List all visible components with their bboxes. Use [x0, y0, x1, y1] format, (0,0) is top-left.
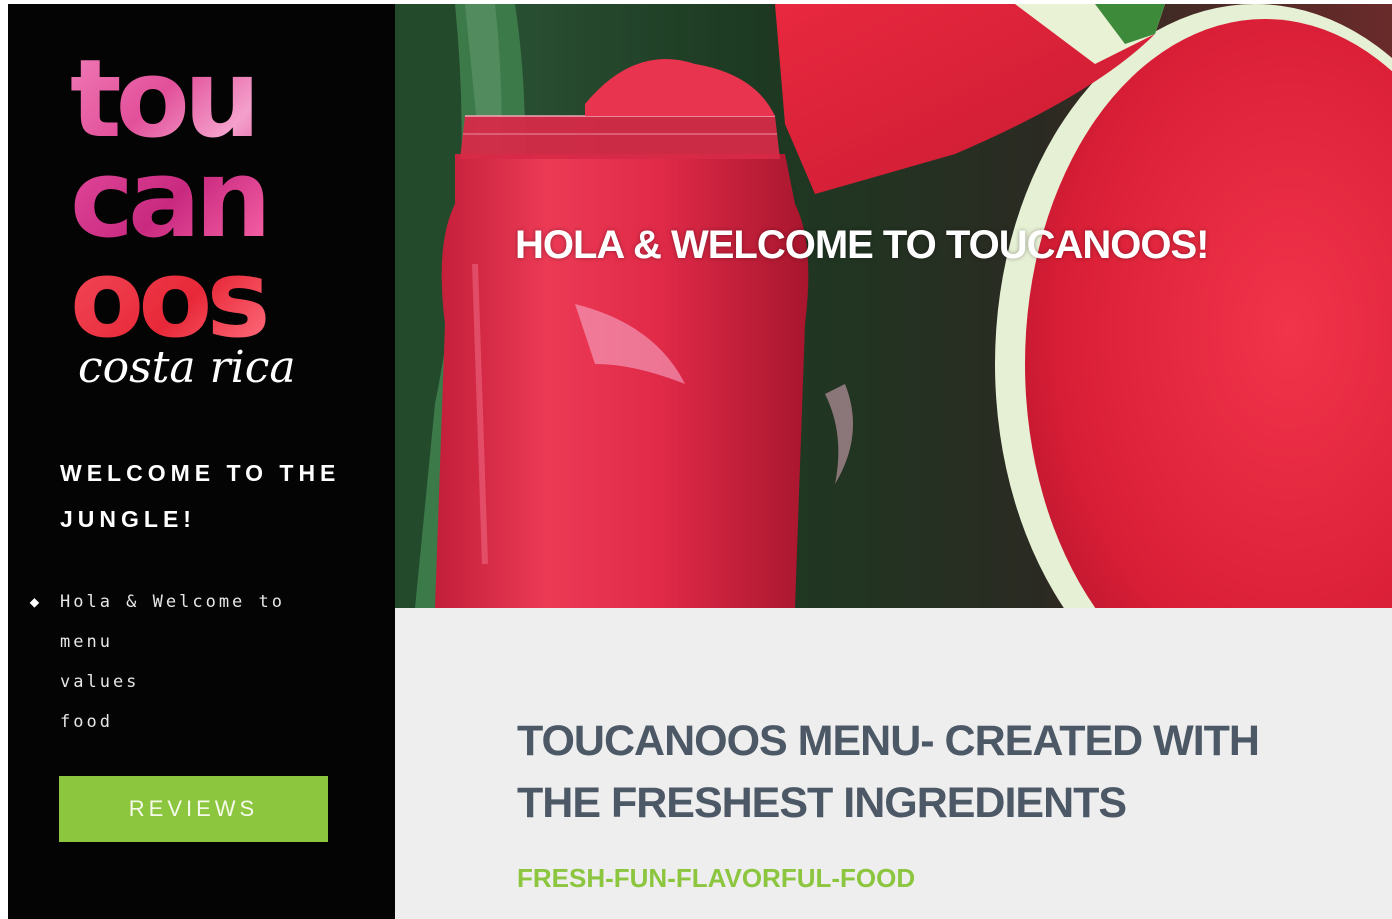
logo-line-oos: oos — [70, 246, 310, 354]
nav-item-hola-welcome[interactable]: ◆ Hola & Welcome to — [22, 582, 362, 622]
hero-title: HOLA & WELCOME TO TOUCANOOS! — [515, 223, 1209, 267]
nav-item-label: values — [60, 672, 140, 692]
sidebar-welcome-heading: WELCOME TO THE JUNGLE! — [60, 460, 341, 532]
nav-item-label: menu — [60, 632, 113, 652]
reviews-button[interactable]: REVIEWS — [59, 776, 328, 842]
diamond-icon: ◆ — [29, 592, 43, 611]
page: tou can oos costa rica WELCOME TO THE JU… — [0, 0, 1392, 919]
menu-heading: TOUCANOOS MENU- CREATED WITH THE FRESHES… — [517, 717, 1260, 827]
toucanoos-logo[interactable]: tou can oos costa rica — [70, 38, 310, 418]
nav-item-label: food — [60, 712, 113, 732]
nav-item-values[interactable]: values — [22, 662, 362, 702]
nav-item-food[interactable]: food — [22, 702, 362, 742]
hero-banner: HOLA & WELCOME TO TOUCANOOS! — [395, 4, 1392, 608]
logo-line-can: can — [70, 146, 310, 254]
logo-line-tou: tou — [70, 46, 310, 154]
logo-line-costa-rica: costa rica — [78, 342, 296, 393]
sidebar: tou can oos costa rica WELCOME TO THE JU… — [8, 4, 395, 919]
menu-tagline: FRESH-FUN-FLAVORFUL-FOOD — [517, 863, 916, 893]
menu-intro-section: TOUCANOOS MENU- CREATED WITH THE FRESHES… — [395, 608, 1392, 919]
nav-item-menu[interactable]: menu — [22, 622, 362, 662]
nav-item-label: Hola & Welcome to — [60, 592, 285, 612]
sidebar-nav: ◆ Hola & Welcome to menu values food — [22, 582, 362, 742]
hero-watermelon-image — [395, 4, 1392, 608]
